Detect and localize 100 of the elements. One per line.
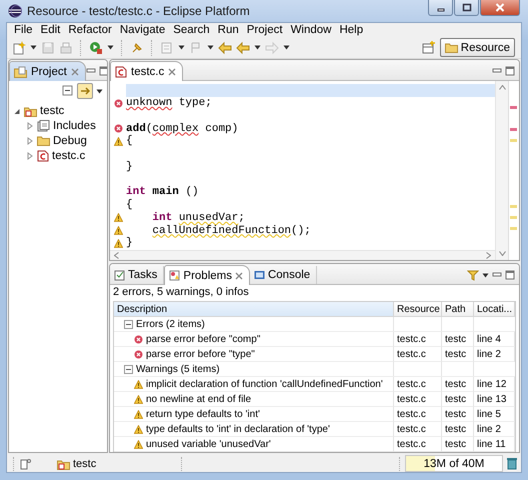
menu-item[interactable]: File xyxy=(10,24,37,36)
collapsed-arrow-icon[interactable] xyxy=(26,136,34,144)
caret-icon[interactable] xyxy=(283,45,290,50)
column-header[interactable]: Description xyxy=(114,302,394,317)
minimize-button[interactable] xyxy=(428,0,453,16)
table-cell: parse error before "type" xyxy=(146,348,255,360)
warning-marker-icon xyxy=(510,139,517,142)
minimize-icon[interactable] xyxy=(492,271,502,279)
run-icon[interactable] xyxy=(89,40,103,55)
table-cell: testc xyxy=(445,394,466,404)
caret-icon[interactable] xyxy=(96,88,103,94)
table-cell: testc.c xyxy=(397,334,426,344)
table-cell: testc xyxy=(445,348,466,360)
code-line: int unusedVar; xyxy=(151,212,245,224)
maximize-icon[interactable] xyxy=(505,270,515,280)
warning-icon xyxy=(134,424,143,434)
tree-item[interactable]: testc xyxy=(40,104,64,116)
close-icon[interactable] xyxy=(234,272,243,280)
menu-item[interactable]: Run xyxy=(214,24,243,36)
warning-icon xyxy=(134,410,143,418)
open-perspective-icon[interactable] xyxy=(422,40,436,55)
fast-view-icon[interactable] xyxy=(19,458,31,470)
link-arrow-icon xyxy=(80,86,90,96)
collapse-all-icon[interactable] xyxy=(62,85,74,97)
code-line: unknown type; xyxy=(126,97,212,110)
table-cell: testc.c xyxy=(397,394,426,404)
error-icon xyxy=(134,334,143,344)
caret-icon[interactable] xyxy=(30,45,37,50)
error-icon xyxy=(134,350,143,358)
caret-icon[interactable] xyxy=(207,45,214,50)
minimize-icon[interactable] xyxy=(492,67,502,75)
warning-icon xyxy=(134,394,143,404)
code-line: callUndefinedFunction(); xyxy=(151,224,311,237)
horizontal-scrollbar[interactable] xyxy=(110,250,495,260)
heap-text: 13M of 40M xyxy=(424,458,484,470)
view-tab[interactable]: Console xyxy=(250,266,318,284)
view-tab[interactable]: Project xyxy=(9,61,86,81)
table-cell: return type defaults to 'int' xyxy=(146,408,260,420)
window-title: Resource - testc/testc.c - Eclipse Platform xyxy=(27,4,251,18)
collapse-icon[interactable] xyxy=(124,320,133,328)
menu-item[interactable]: Edit xyxy=(36,24,64,36)
tree-item[interactable]: Debug xyxy=(53,134,87,146)
collapsed-arrow-icon[interactable] xyxy=(26,122,34,130)
collapse-icon[interactable] xyxy=(124,364,133,374)
close-icon[interactable] xyxy=(70,68,79,76)
menu-item[interactable]: Project xyxy=(242,24,287,36)
pin-icon[interactable] xyxy=(130,40,144,55)
code-line: int main () xyxy=(126,186,199,198)
menu-item[interactable]: Refactor xyxy=(64,24,116,36)
caret-icon[interactable] xyxy=(107,45,114,50)
maximize-button[interactable] xyxy=(454,0,479,16)
menu-item[interactable]: Search xyxy=(169,24,214,36)
column-header[interactable]: Path xyxy=(442,302,474,317)
code-line: { xyxy=(126,135,133,148)
code-line: } xyxy=(126,160,133,173)
warning-icon xyxy=(134,380,143,388)
maximize-icon[interactable] xyxy=(505,66,515,76)
error-marker-icon xyxy=(510,128,517,131)
table-cell: no newline at end of file xyxy=(146,394,252,404)
group-label[interactable]: Warnings (5 items) xyxy=(136,364,220,374)
maximize-icon[interactable] xyxy=(98,66,107,76)
warning-icon xyxy=(114,226,122,236)
minimize-icon[interactable] xyxy=(86,67,96,75)
expanded-arrow-icon[interactable] xyxy=(13,106,21,114)
group-label[interactable]: Errors (2 items) xyxy=(136,318,205,330)
collapsed-arrow-icon[interactable] xyxy=(26,152,34,160)
vertical-scrollbar[interactable] xyxy=(495,81,508,260)
view-tab[interactable]: Problems xyxy=(164,265,250,285)
caret-icon[interactable] xyxy=(254,45,261,50)
eclipse-logo-icon xyxy=(8,4,22,18)
column-header[interactable]: Resource xyxy=(394,302,442,317)
error-marker-icon xyxy=(510,106,517,109)
table-cell: testc.c xyxy=(397,408,426,420)
table-cell: testc.c xyxy=(397,378,426,390)
menu-item[interactable]: Help xyxy=(335,24,368,36)
code-line: } xyxy=(126,237,133,250)
tree-item[interactable]: Includes xyxy=(53,120,96,132)
caret-icon[interactable] xyxy=(178,45,185,50)
table-cell: testc xyxy=(445,334,466,344)
column-header[interactable]: Locati... xyxy=(474,302,515,317)
code-line: add(complex comp) xyxy=(126,122,238,135)
project-icon xyxy=(24,104,37,116)
warning-marker-icon xyxy=(510,227,517,230)
c-file-icon xyxy=(37,150,49,162)
trash-icon[interactable] xyxy=(507,457,517,470)
table-cell: testc xyxy=(445,378,466,390)
editor-tab[interactable]: testc.c xyxy=(110,61,184,81)
table-cell: testc.c xyxy=(397,348,426,360)
tree-item[interactable]: testc.c xyxy=(52,150,86,162)
menu-item[interactable]: Window xyxy=(286,24,336,36)
warning-icon xyxy=(134,440,143,448)
warning-icon xyxy=(114,213,122,222)
close-button[interactable] xyxy=(480,0,520,16)
table-cell: line 2 xyxy=(477,424,501,434)
menu-item[interactable]: Navigate xyxy=(116,24,170,36)
table-cell: line 2 xyxy=(477,348,501,360)
error-icon xyxy=(114,98,122,108)
caret-icon[interactable] xyxy=(482,272,489,278)
close-icon[interactable] xyxy=(168,68,176,76)
perspective-button[interactable]: Resource xyxy=(440,38,515,58)
